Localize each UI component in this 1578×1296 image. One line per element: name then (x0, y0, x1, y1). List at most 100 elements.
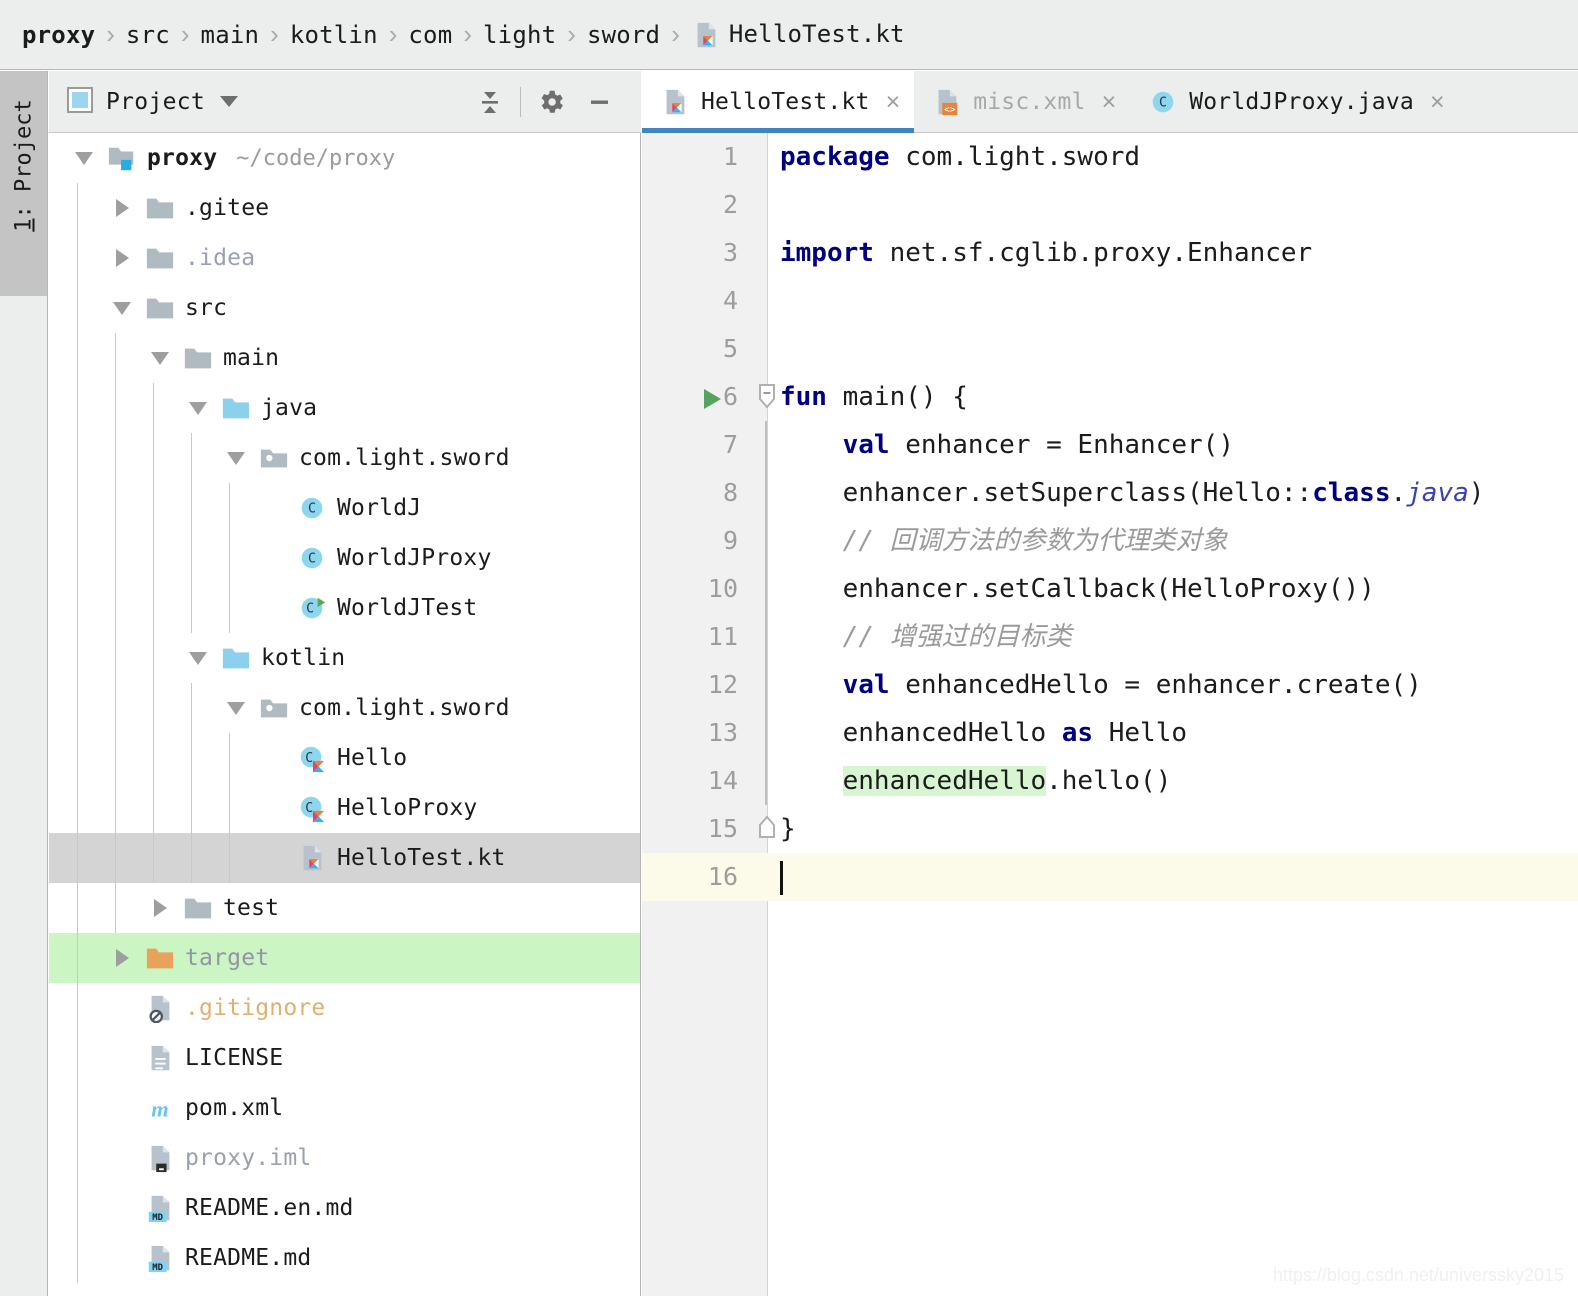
breadcrumb-item-sword[interactable]: sword (587, 21, 660, 49)
tree-row[interactable]: proxy.iml (49, 1133, 640, 1183)
tree-row[interactable]: MD README.md (49, 1233, 640, 1283)
fold-region-line (765, 421, 767, 469)
tree-row[interactable]: .idea (49, 233, 640, 283)
code-line[interactable]: 1 package com.light.sword (642, 133, 1578, 181)
code-line[interactable]: 6 fun main() { (642, 373, 1578, 421)
tree-indent-guide (229, 583, 230, 633)
breadcrumb-item-main[interactable]: main (201, 21, 260, 49)
breadcrumb-item-src[interactable]: src (126, 21, 170, 49)
tree-indent-guide (153, 583, 154, 633)
chevron-down-icon[interactable] (219, 701, 253, 715)
tree-indent-guide (77, 933, 78, 983)
breadcrumb-item-proxy[interactable]: proxy (22, 21, 95, 49)
code-line-text: package com.light.sword (780, 142, 1141, 172)
collapse-all-button[interactable] (466, 80, 514, 124)
tree-row[interactable]: target (49, 933, 640, 983)
editor-tab-label: misc.xml (973, 89, 1086, 115)
tree-row[interactable]: LICENSE (49, 1033, 640, 1083)
tree-row[interactable]: m pom.xml (49, 1083, 640, 1133)
editor-tab-hellotest-kt[interactable]: HelloTest.kt × (642, 71, 915, 133)
run-gutter-icon[interactable] (704, 389, 721, 409)
breadcrumb-item-light[interactable]: light (483, 21, 556, 49)
fold-end-icon[interactable] (756, 815, 778, 847)
chevron-down-icon[interactable] (181, 651, 215, 665)
breadcrumb-item-hellotest-kt[interactable]: HelloTest.kt (691, 20, 905, 50)
tree-row[interactable]: HelloTest.kt (49, 833, 640, 883)
code-editor[interactable]: 1 package com.light.sword 2 3 import net.sf.… (642, 133, 1578, 1296)
tree-row[interactable]: src (49, 283, 640, 333)
tool-window-project-button[interactable]: 1: Project (12, 86, 37, 246)
chevron-right-icon[interactable] (105, 949, 139, 967)
tree-row[interactable]: .gitee (49, 183, 640, 233)
chevron-right-icon[interactable] (105, 249, 139, 267)
tree-indent-guide (115, 833, 116, 883)
chevron-right-icon[interactable] (105, 199, 139, 217)
code-line[interactable]: 10 enhancer.setCallback(HelloProxy()) (642, 565, 1578, 613)
chevron-down-icon[interactable] (67, 151, 101, 165)
editor-lines[interactable]: 1 package com.light.sword 2 3 import net.sf.… (642, 133, 1578, 901)
tree-row-label: README.md (185, 1245, 312, 1271)
breadcrumb-separator: › (388, 19, 398, 49)
svg-text:C: C (1159, 96, 1167, 111)
code-line[interactable]: 13 enhancedHello as Hello (642, 709, 1578, 757)
close-icon[interactable]: × (1430, 88, 1445, 117)
code-line[interactable]: 4 (642, 277, 1578, 325)
tree-row[interactable]: C WorldJTest (49, 583, 640, 633)
tree-indent-guide (191, 733, 192, 783)
markdown-file-icon: MD (139, 1193, 181, 1223)
code-line[interactable]: 3 import net.sf.cglib.proxy.Enhancer (642, 229, 1578, 277)
package-icon (253, 443, 295, 473)
editor-tab-worldjproxy-java[interactable]: C WorldJProxy.java × (1130, 71, 1458, 133)
breadcrumb-item-label: sword (586, 20, 661, 49)
editor-tab-bar[interactable]: HelloTest.kt × <> misc.xml × C WorldJProxy.ja… (642, 71, 1578, 133)
breadcrumb-item-kotlin[interactable]: kotlin (290, 21, 378, 49)
code-line[interactable]: 7 val enhancer = Enhancer() (642, 421, 1578, 469)
tree-row[interactable]: kotlin (49, 633, 640, 683)
project-view-selector[interactable]: Project (67, 86, 239, 117)
tree-row[interactable]: test (49, 883, 640, 933)
tree-row[interactable]: C HelloProxy (49, 783, 640, 833)
code-line[interactable]: 15} (642, 805, 1578, 853)
chevron-down-icon[interactable] (219, 451, 253, 465)
breadcrumb-item-com[interactable]: com (408, 21, 452, 49)
chevron-right-icon[interactable] (143, 899, 177, 917)
code-line[interactable]: 14 enhancedHello.hello() (642, 757, 1578, 805)
tree-row[interactable]: C Hello (49, 733, 640, 783)
close-icon[interactable]: × (1102, 88, 1117, 117)
tree-row[interactable]: MD README.en.md (49, 1183, 640, 1233)
hide-panel-button[interactable] (575, 80, 623, 124)
tool-window-strip-lower (0, 296, 48, 1296)
chevron-down-icon[interactable] (105, 301, 139, 315)
code-line[interactable]: 9 // 回调方法的参数为代理类对象 (642, 517, 1578, 565)
tool-window-strip[interactable]: 1: Project (0, 71, 48, 351)
chevron-down-icon[interactable] (143, 351, 177, 365)
code-line[interactable]: 12 val enhancedHello = enhancer.create() (642, 661, 1578, 709)
line-number: 12 (707, 670, 738, 699)
tree-indent-guide (153, 533, 154, 583)
tree-row[interactable]: proxy ~/code/proxy (49, 133, 640, 183)
code-line[interactable]: 2 (642, 181, 1578, 229)
tree-row[interactable]: main (49, 333, 640, 383)
tree-row[interactable]: .gitignore (49, 983, 640, 1033)
chevron-down-icon[interactable] (220, 96, 239, 107)
project-tree[interactable]: proxy ~/code/proxy .gitee .idea src main java c… (49, 133, 641, 1296)
tree-row-label: WorldJProxy (337, 545, 492, 571)
code-line[interactable]: 16 (642, 853, 1578, 901)
breadcrumb-separator: › (567, 19, 576, 49)
code-line[interactable]: 8 enhancer.setSuperclass(Hello::class.ja… (642, 469, 1578, 517)
code-line[interactable]: 11 // 增强过的目标类 (642, 613, 1578, 661)
tree-row[interactable]: C WorldJ (49, 483, 640, 533)
excluded-folder-icon (139, 943, 181, 973)
settings-button[interactable] (527, 80, 575, 124)
tree-indent-guide (229, 783, 230, 833)
code-line[interactable]: 5 (642, 325, 1578, 373)
fold-collapse-icon[interactable] (756, 383, 778, 415)
tree-indent-guide (229, 483, 230, 533)
tree-row[interactable]: java (49, 383, 640, 433)
tree-row[interactable]: com.light.sword (49, 433, 640, 483)
chevron-down-icon[interactable] (181, 401, 215, 415)
tree-row[interactable]: C WorldJProxy (49, 533, 640, 583)
close-icon[interactable]: × (886, 88, 901, 117)
tree-row[interactable]: com.light.sword (49, 683, 640, 733)
editor-tab-misc-xml[interactable]: <> misc.xml × (914, 71, 1130, 133)
